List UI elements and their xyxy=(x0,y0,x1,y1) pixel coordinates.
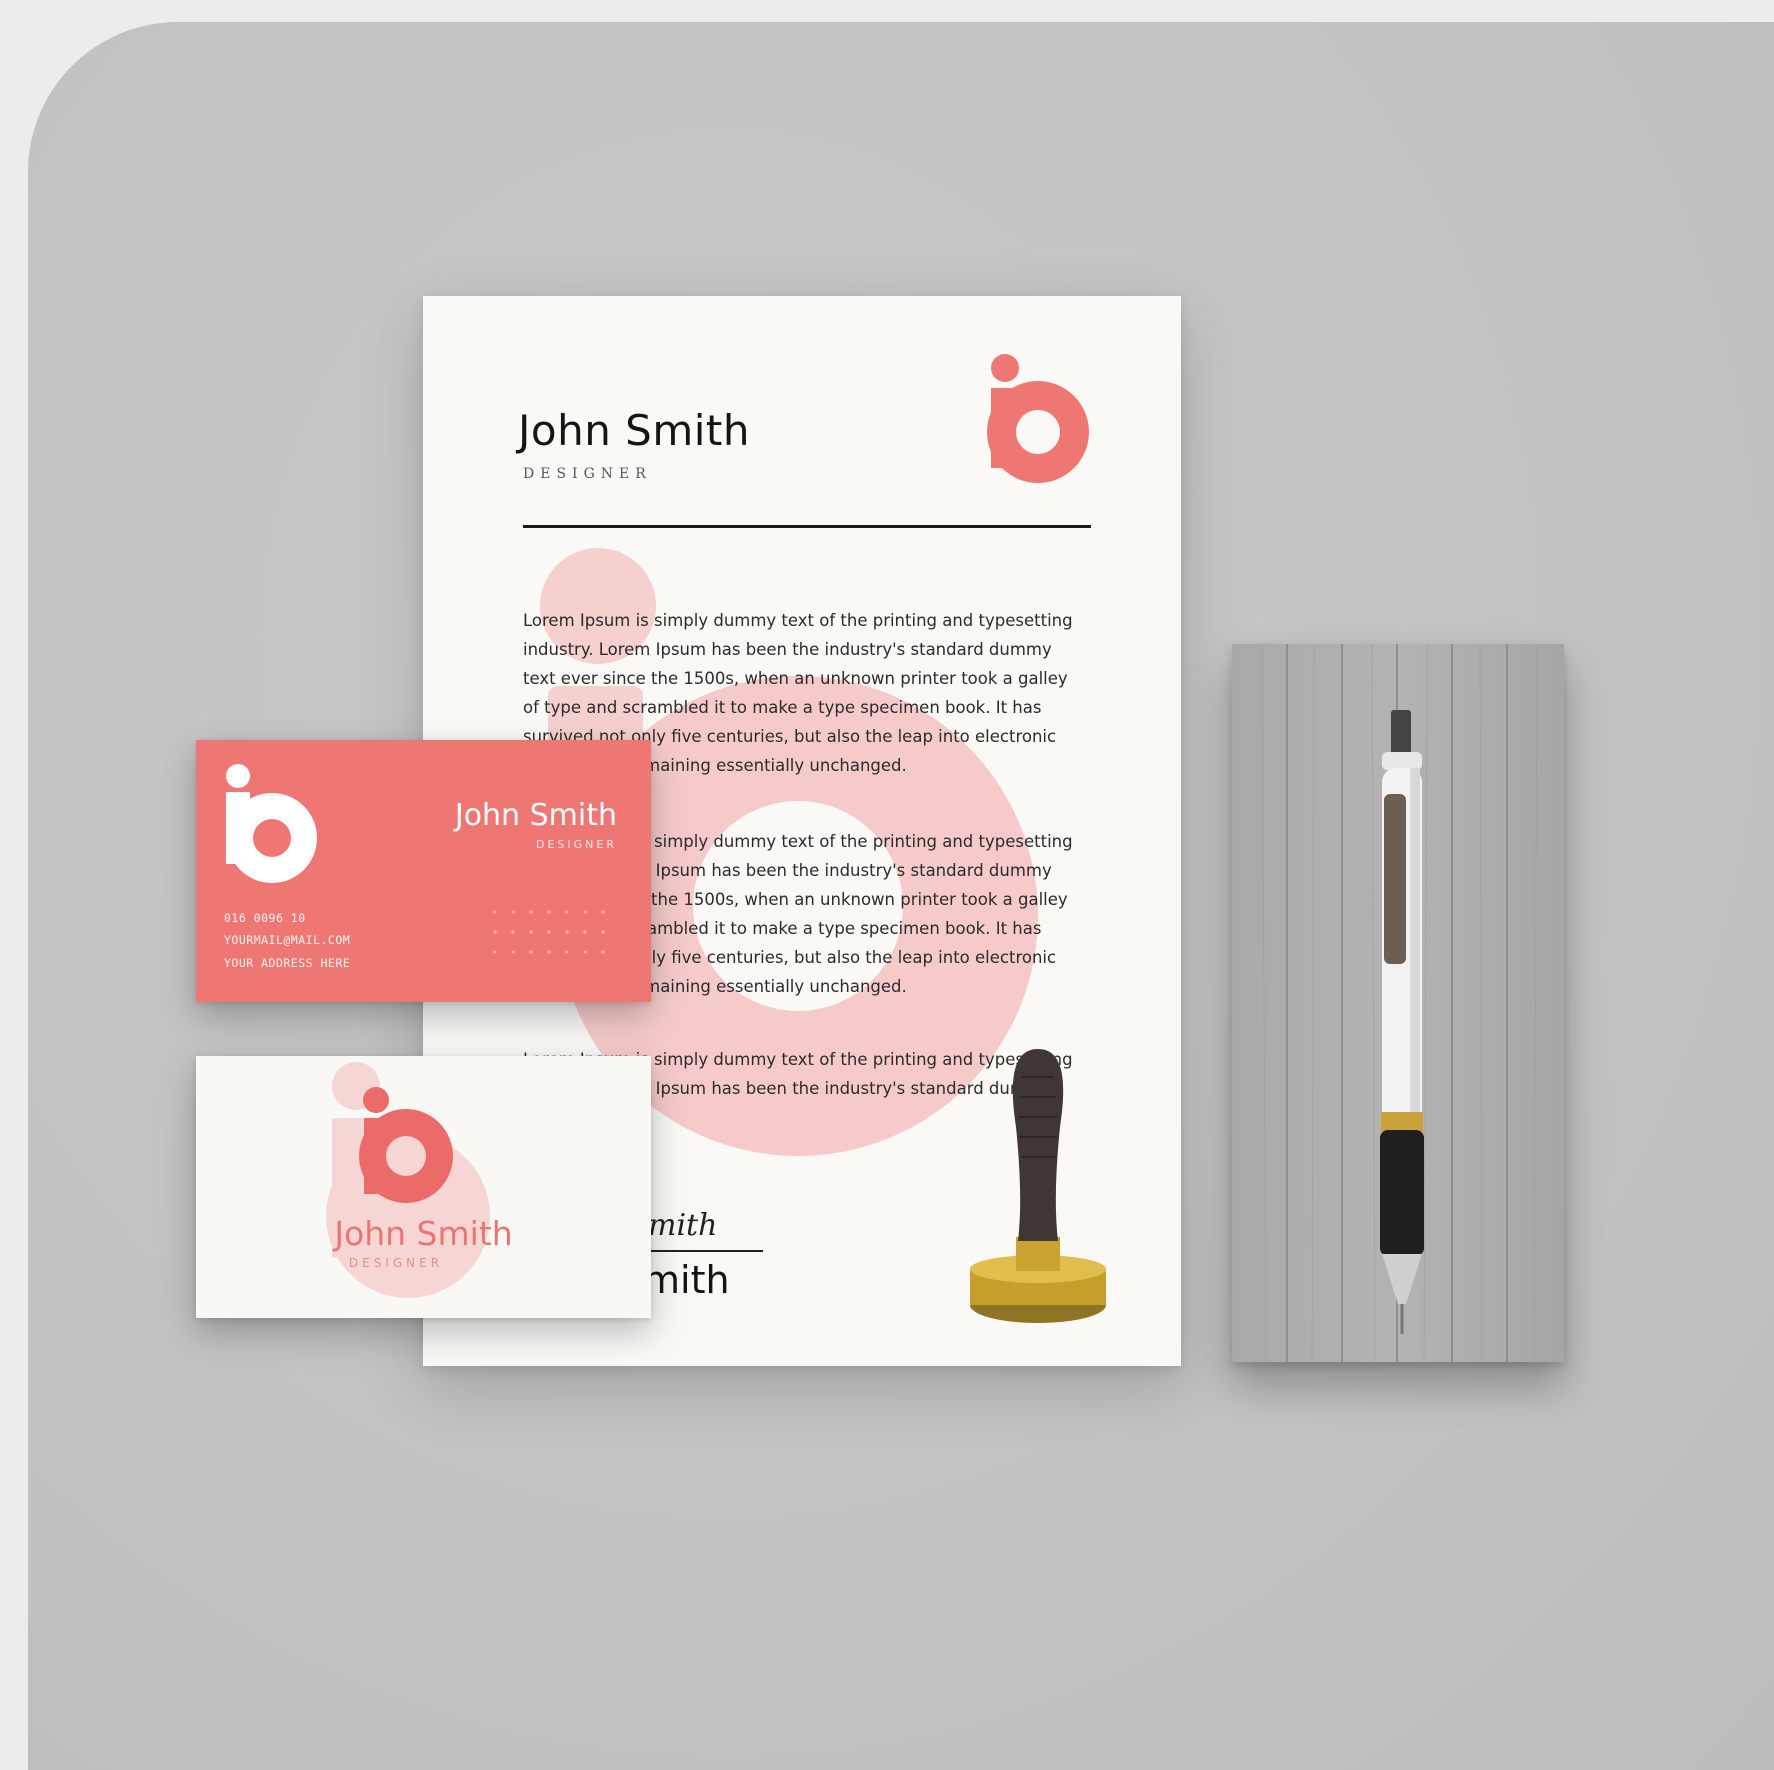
signature-script: mith xyxy=(648,1208,718,1243)
brand-logo-icon xyxy=(987,354,1089,483)
letterhead-name: John Smith xyxy=(518,406,751,455)
background-surface: John Smith DESIGNER Lorem Ipsum is simpl… xyxy=(28,22,1774,1770)
signature-line xyxy=(643,1250,763,1252)
letterhead-divider xyxy=(523,525,1091,528)
brand-logo-icon xyxy=(326,1062,490,1298)
letterhead-role: DESIGNER xyxy=(523,466,652,482)
card-address: YOUR ADDRESS HERE xyxy=(224,956,351,970)
card-phone: 016 0096 10 xyxy=(224,911,306,925)
card-email: YOURMAIL@MAIL.COM xyxy=(224,933,351,947)
business-card-front: John Smith DESIGNER 016 0096 10 YOURMAIL… xyxy=(196,740,651,1002)
pen-icon xyxy=(1380,710,1424,1334)
card-dot-pattern xyxy=(493,910,605,954)
brand-logo-icon xyxy=(226,764,317,883)
card-back-name: John Smith xyxy=(334,1214,513,1253)
card-back-role: DESIGNER xyxy=(348,1256,444,1270)
wooden-tray-icon xyxy=(1232,644,1564,1362)
rubber-stamp-icon xyxy=(970,1049,1106,1323)
signature-name: mith xyxy=(643,1258,730,1302)
card-front-role: DESIGNER xyxy=(536,838,617,851)
card-front-name: John Smith xyxy=(454,798,617,833)
business-card-back: John Smith DESIGNER xyxy=(196,1056,651,1318)
